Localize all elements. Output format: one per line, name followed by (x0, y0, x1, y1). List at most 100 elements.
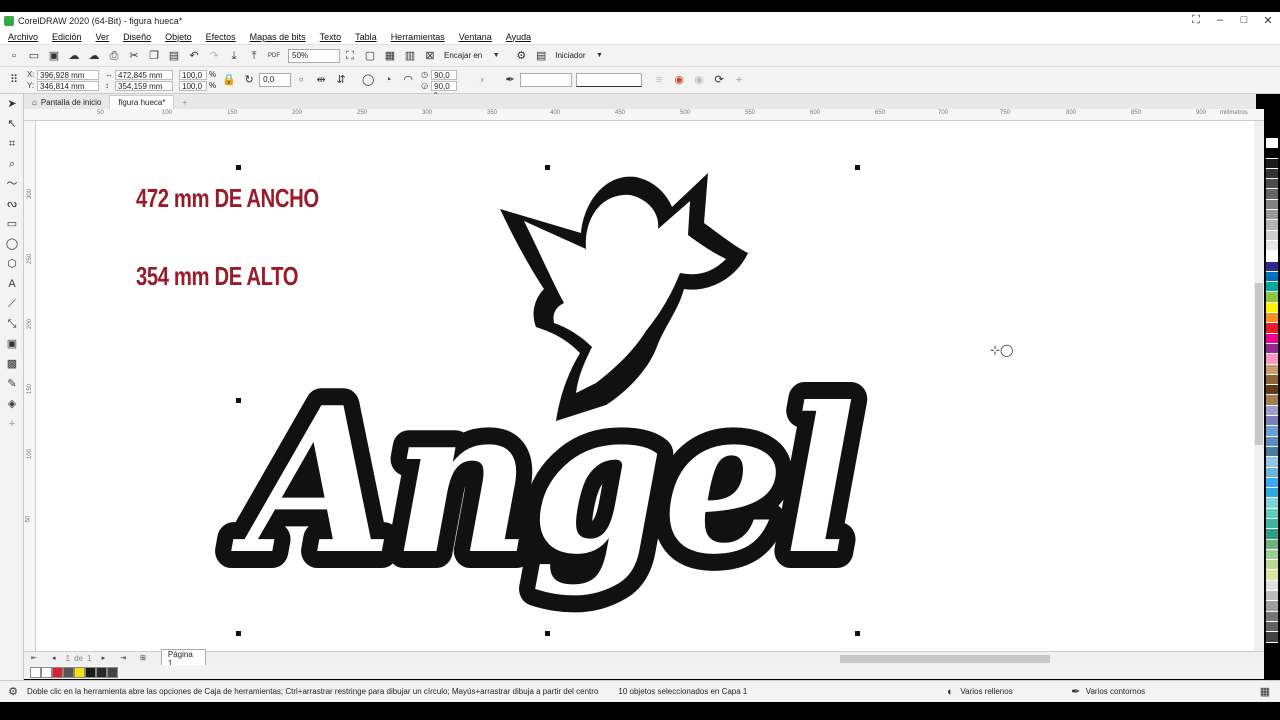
full-screen-preview-icon[interactable]: ▢ (363, 49, 377, 63)
menu-archivo[interactable]: Archivo (8, 32, 38, 42)
copy-icon[interactable]: ❐ (147, 49, 161, 63)
palette-swatch[interactable] (1266, 518, 1278, 530)
palette-swatch[interactable] (1266, 416, 1278, 427)
y-position-input[interactable]: 346,814 mm (37, 80, 99, 91)
import-icon[interactable]: ⤓ (227, 49, 241, 63)
direction-icon[interactable]: ◑ (474, 73, 488, 87)
wrap-text-icon[interactable]: ≡ (652, 73, 666, 87)
horizontal-ruler[interactable]: 50 100 150 200 250 300 350 400 450 500 5… (24, 109, 1264, 121)
menu-texto[interactable]: Texto (320, 32, 342, 42)
palette-swatch[interactable] (1266, 354, 1278, 365)
freehand-tool-icon[interactable]: 〜 (0, 174, 24, 194)
open-folder-icon[interactable]: ▭ (27, 49, 41, 63)
palette-swatch[interactable] (1266, 601, 1278, 612)
palette-swatch[interactable] (1266, 632, 1278, 643)
start-angle-input[interactable]: 90,0 ° (431, 69, 458, 89)
rectangle-tool-icon[interactable]: ▭ (0, 214, 24, 234)
guidelines-icon[interactable]: ▥ (403, 49, 417, 63)
palette-swatch[interactable] (1266, 323, 1278, 334)
ellipse-tool-icon[interactable]: ◯ (0, 234, 24, 254)
color-settings-icon[interactable]: ▦ (1258, 685, 1272, 699)
menu-herramientas[interactable]: Herramientas (391, 32, 445, 42)
palette-swatch[interactable] (1266, 446, 1278, 458)
selection-handle[interactable] (236, 165, 241, 170)
palette-swatch[interactable] (1266, 364, 1278, 375)
rotation-input[interactable]: 0,0 (259, 73, 292, 87)
palette-swatch[interactable] (1266, 508, 1278, 519)
palette-swatch[interactable] (1266, 230, 1278, 241)
fullscreen-icon[interactable]: ⛶ (1184, 14, 1208, 27)
palette-swatch[interactable] (1266, 611, 1278, 622)
vertical-scroll-thumb[interactable] (1255, 283, 1263, 445)
document-palette-swatch[interactable] (52, 666, 63, 678)
convert-curves-icon[interactable]: ⟳ (712, 73, 726, 87)
document-palette-swatch[interactable] (41, 666, 52, 678)
horizontal-scroll-thumb[interactable] (840, 654, 1051, 663)
reference-point-icon[interactable]: ⠿ (7, 73, 21, 87)
redo-icon[interactable]: ↷ (207, 49, 221, 63)
selection-handle[interactable] (545, 165, 550, 170)
palette-swatch[interactable] (1266, 591, 1278, 602)
cloud-icon[interactable]: ☁ (67, 49, 81, 63)
palette-swatch[interactable] (1266, 488, 1278, 499)
new-tab-button[interactable]: + (174, 95, 195, 109)
launcher-label[interactable]: Iniciador (555, 51, 585, 60)
new-document-icon[interactable]: ▫ (7, 49, 21, 63)
menu-efectos[interactable]: Efectos (206, 32, 236, 42)
lock-ratio-icon[interactable]: 🔒 (222, 73, 236, 87)
palette-swatch[interactable] (1266, 189, 1278, 200)
selection-handle[interactable] (855, 631, 860, 636)
height-input[interactable]: 354,159 mm (115, 80, 173, 91)
x-position-input[interactable]: 396,928 mm (37, 69, 99, 80)
palette-swatch[interactable] (1266, 549, 1278, 561)
document-palette-swatch[interactable] (63, 666, 74, 678)
menu-mapas-de-bits[interactable]: Mapas de bits (250, 32, 306, 42)
width-input[interactable]: 472,845 mm (115, 69, 173, 80)
palette-swatch[interactable] (1266, 251, 1278, 262)
next-page-icon[interactable]: ▸ (96, 652, 110, 666)
document-palette-swatch[interactable] (96, 666, 107, 678)
maximize-button[interactable]: □ (1232, 14, 1256, 27)
pick-tool-icon[interactable]: ➤ (0, 94, 24, 114)
rulers-icon[interactable]: ▦ (383, 49, 397, 63)
launcher-icon[interactable]: ▤ (534, 49, 548, 63)
interactive-fill-icon[interactable]: ◈ (0, 394, 24, 414)
document-palette-swatch[interactable] (107, 666, 118, 678)
selection-handle[interactable] (855, 398, 860, 403)
eyedropper-tool-icon[interactable]: ✎ (0, 374, 24, 394)
connector-tool-icon[interactable]: ⤡ (0, 314, 24, 334)
arc-icon[interactable]: ◠ (401, 73, 415, 87)
palette-swatch[interactable] (1266, 179, 1278, 190)
angel-artwork[interactable]: Angel Angel (36, 121, 1254, 651)
fill-indicator-icon[interactable]: ◐ (943, 685, 957, 699)
tab-figura-hueca[interactable]: figura hueca* (109, 95, 175, 109)
menu-diseno[interactable]: Diseño (123, 32, 151, 42)
menu-objeto[interactable]: Objeto (165, 32, 192, 42)
palette-swatch[interactable] (1266, 148, 1278, 159)
palette-swatch[interactable] (1266, 426, 1278, 437)
palette-swatch[interactable] (1266, 457, 1278, 468)
cloud-upload-icon[interactable]: ☁ (87, 49, 101, 63)
palette-swatch[interactable] (1266, 385, 1278, 396)
add-icon[interactable]: + (732, 73, 746, 87)
print-icon[interactable]: ⎙ (107, 49, 121, 63)
palette-swatch[interactable] (1266, 220, 1278, 231)
add-tool-icon[interactable]: + (0, 414, 24, 434)
vertical-ruler[interactable]: 300 250 200 150 100 50 (24, 121, 36, 651)
transparency-tool-icon[interactable]: ▩ (0, 354, 24, 374)
palette-swatch[interactable] (1266, 374, 1278, 386)
gear-icon[interactable]: ⚙ (6, 685, 20, 699)
menu-edicion[interactable]: Edición (52, 32, 82, 42)
menu-tabla[interactable]: Tabla (355, 32, 377, 42)
palette-swatch[interactable] (1266, 498, 1278, 509)
menu-ventana[interactable]: Ventana (459, 32, 492, 42)
menu-ver[interactable]: Ver (96, 32, 110, 42)
paste-icon[interactable]: ▤ (167, 49, 181, 63)
prev-page-icon[interactable]: ◂ (47, 652, 61, 666)
last-page-icon[interactable]: ⇥ (116, 652, 130, 666)
zoom-to-fit-icon[interactable]: ⛶ (343, 49, 357, 63)
palette-swatch[interactable] (1266, 138, 1278, 149)
end-angle-input[interactable]: 90,0 ° (431, 80, 458, 100)
to-front-icon[interactable]: ◉ (672, 73, 686, 87)
outline-indicator-icon[interactable]: ✒ (1069, 685, 1083, 699)
